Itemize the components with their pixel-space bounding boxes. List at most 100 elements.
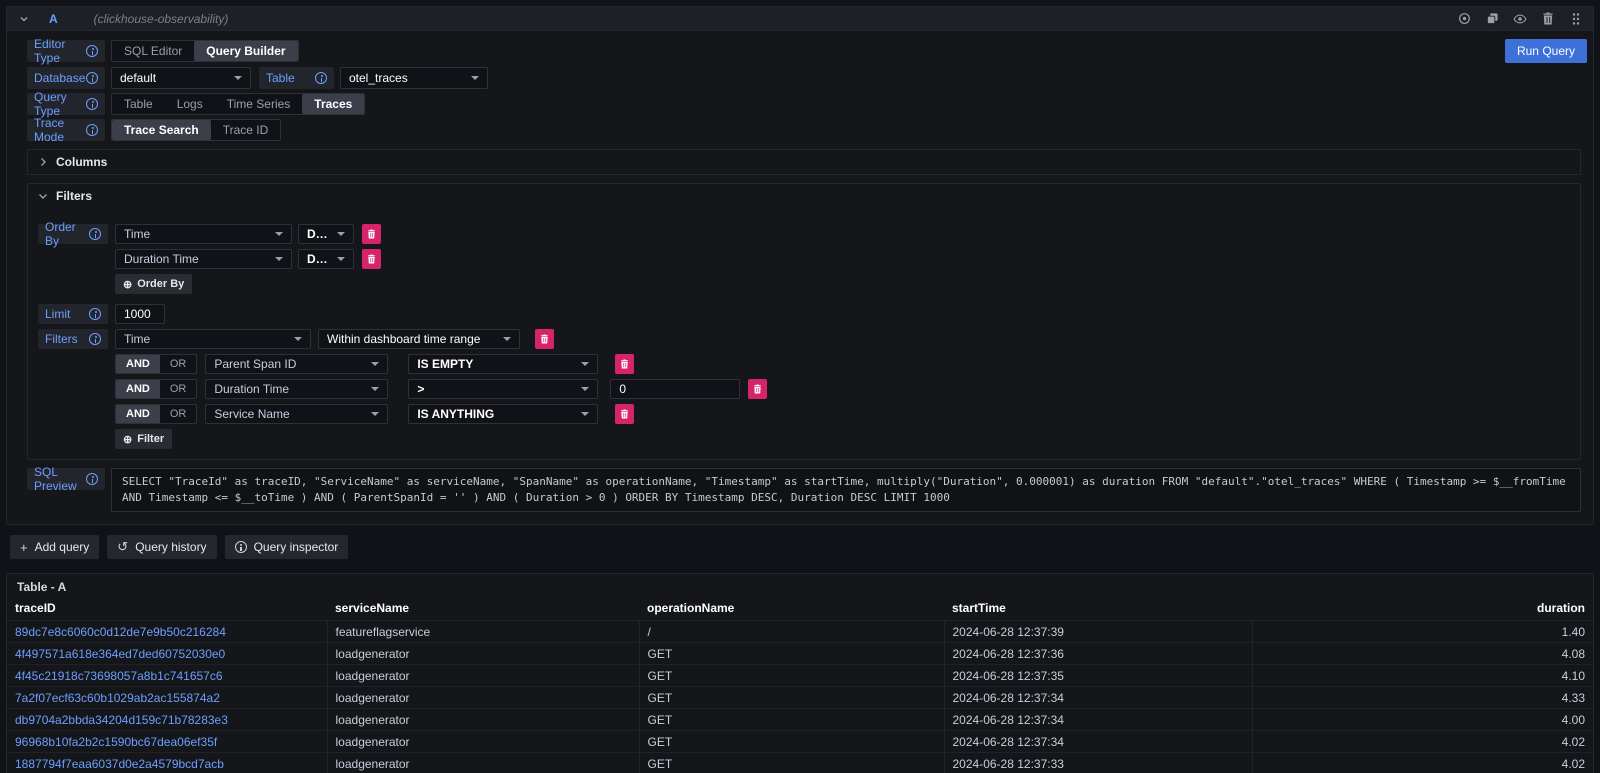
add-query-button[interactable]: + Add query <box>10 535 99 559</box>
run-query-button[interactable]: Run Query <box>1505 39 1587 63</box>
info-icon <box>235 541 247 553</box>
remove-filter-button[interactable] <box>615 404 634 424</box>
query-type-option-time-series[interactable]: Time Series <box>215 94 303 114</box>
query-history-button[interactable]: ↺ Query history <box>107 535 216 559</box>
trace-id-link[interactable]: db9704a2bbda34204d159c71b78283e3 <box>15 713 228 727</box>
eye-icon[interactable] <box>1513 12 1527 26</box>
order-by-direction-select[interactable]: DESC <box>298 224 354 244</box>
column-header-servicename[interactable]: serviceName <box>327 598 639 621</box>
filter-operator-select[interactable]: > <box>408 379 598 399</box>
filter-field-select[interactable]: Service Name <box>205 404 388 424</box>
and-option[interactable]: AND <box>116 405 160 423</box>
operation-name-cell: GET <box>639 665 944 687</box>
query-type-option-table[interactable]: Table <box>112 94 165 114</box>
trace-mode-option-trace-id[interactable]: Trace ID <box>211 120 281 140</box>
remove-order-by-button[interactable] <box>362 249 381 269</box>
order-by-field-value: Duration Time <box>124 252 199 266</box>
filter-condition-row-1: AND OR Parent Span ID IS EMPTY <box>38 354 1570 374</box>
columns-section-header[interactable]: Columns <box>28 150 1580 174</box>
info-icon[interactable] <box>86 45 98 57</box>
page: A (clickhouse-observability) <box>0 0 1600 773</box>
query-type-row: Query Type Table Logs Time Series Traces <box>27 93 1587 115</box>
editor-type-option-sql-editor[interactable]: SQL Editor <box>112 41 194 61</box>
editor-type-label: Editor Type <box>27 40 105 62</box>
database-value: default <box>120 71 156 85</box>
info-icon[interactable] <box>86 98 98 110</box>
and-or-toggle: AND OR <box>115 354 197 374</box>
order-by-field-select[interactable]: Time <box>115 224 292 244</box>
and-option[interactable]: AND <box>116 380 160 398</box>
trace-id-link[interactable]: 7a2f07ecf63c60b1029ab2ac155874a2 <box>15 691 220 705</box>
editor-type-row: Editor Type SQL Editor Query Builder Run… <box>27 39 1587 63</box>
remove-filter-button[interactable] <box>615 354 634 374</box>
or-option[interactable]: OR <box>160 405 197 423</box>
limit-row: Limit <box>38 304 1570 324</box>
trace-mode-option-trace-search[interactable]: Trace Search <box>112 120 211 140</box>
order-by-field-select[interactable]: Duration Time <box>115 249 292 269</box>
or-option[interactable]: OR <box>160 355 197 373</box>
order-by-direction-select[interactable]: DESC <box>298 249 354 269</box>
info-icon[interactable] <box>89 308 101 320</box>
info-icon[interactable] <box>86 72 98 84</box>
service-name-cell: featureflagservice <box>327 621 639 643</box>
query-type-option-traces[interactable]: Traces <box>302 94 364 114</box>
table-select[interactable]: otel_traces <box>340 67 488 89</box>
duration-cell: 4.02 <box>1252 731 1593 753</box>
panel-title[interactable]: Table - A <box>7 574 1593 598</box>
column-header-starttime[interactable]: startTime <box>944 598 1252 621</box>
database-label-text: Database <box>34 71 85 85</box>
filter-operator-select[interactable]: IS ANYTHING <box>408 404 598 424</box>
start-time-cell: 2024-06-28 12:37:36 <box>944 643 1252 665</box>
database-select[interactable]: default <box>111 67 251 89</box>
and-option[interactable]: AND <box>116 355 160 373</box>
info-icon[interactable] <box>315 72 327 84</box>
chevron-down-icon <box>581 412 589 416</box>
order-by-label: Order By <box>38 224 108 244</box>
trace-id-link[interactable]: 4f45c21918c73698057a8b1c741657c6 <box>15 669 223 683</box>
query-type-label-text: Query Type <box>34 90 86 118</box>
info-icon[interactable] <box>86 473 98 485</box>
info-icon[interactable] <box>89 228 101 240</box>
trace-id-link[interactable]: 1887794f7eaa6037d0e2a4579bcd7acb <box>15 757 224 771</box>
filter-field-select[interactable]: Time <box>115 329 311 349</box>
info-icon[interactable] <box>86 124 98 136</box>
collapse-chevron-icon[interactable] <box>17 12 31 26</box>
column-header-traceid[interactable]: traceID <box>7 598 327 621</box>
query-type-option-logs[interactable]: Logs <box>165 94 215 114</box>
trace-id-link[interactable]: 96968b10fa2b2c1590bc67dea06ef35f <box>15 735 217 749</box>
filter-value-input[interactable] <box>610 379 740 399</box>
info-icon[interactable] <box>89 333 101 345</box>
add-query-label: Add query <box>35 540 90 554</box>
copy-icon[interactable] <box>1485 12 1499 26</box>
or-option[interactable]: OR <box>160 380 197 398</box>
query-footer-actions: + Add query ↺ Query history Query inspec… <box>10 535 1594 559</box>
drag-handle-icon[interactable] <box>1569 12 1583 26</box>
trace-id-link[interactable]: 4f497571a618e364ed7ded60752030e0 <box>15 647 225 661</box>
filters-label: Filters <box>38 329 108 349</box>
remove-filter-button[interactable] <box>748 379 767 399</box>
filter-operator-select[interactable]: Within dashboard time range <box>318 329 520 349</box>
trace-id-link[interactable]: 89dc7e8c6060c0d12de7e9b50c216284 <box>15 625 226 639</box>
remove-filter-button[interactable] <box>535 329 554 349</box>
filters-section-header[interactable]: Filters <box>28 184 1580 208</box>
add-filter-button[interactable]: ⊕ Filter <box>115 429 172 449</box>
trash-icon[interactable] <box>1541 12 1555 26</box>
start-time-cell: 2024-06-28 12:37:34 <box>944 731 1252 753</box>
editor-type-option-query-builder[interactable]: Query Builder <box>194 41 297 61</box>
query-ref-id[interactable]: A <box>49 12 58 26</box>
limit-input[interactable] <box>115 304 165 324</box>
filter-field-select[interactable]: Duration Time <box>205 379 388 399</box>
add-order-by-button[interactable]: ⊕ Order By <box>115 274 192 294</box>
chevron-down-icon <box>503 337 511 341</box>
table-value: otel_traces <box>349 71 408 85</box>
query-history-label: Query history <box>135 540 206 554</box>
filter-operator-select[interactable]: IS EMPTY <box>408 354 598 374</box>
filter-field-select[interactable]: Parent Span ID <box>205 354 388 374</box>
sql-preview-text[interactable]: SELECT "TraceId" as traceID, "ServiceNam… <box>111 468 1581 512</box>
column-header-duration[interactable]: duration <box>1252 598 1593 621</box>
record-icon[interactable] <box>1457 12 1471 26</box>
query-type-toggle: Table Logs Time Series Traces <box>111 93 365 115</box>
column-header-operationname[interactable]: operationName <box>639 598 944 621</box>
query-inspector-button[interactable]: Query inspector <box>225 535 349 559</box>
remove-order-by-button[interactable] <box>362 224 381 244</box>
